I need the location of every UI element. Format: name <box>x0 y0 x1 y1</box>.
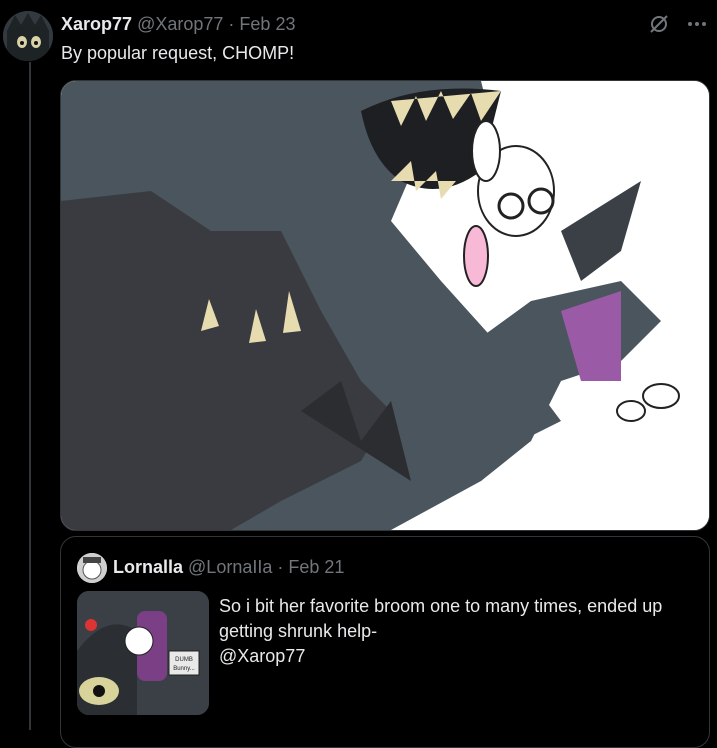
header-separator: · <box>228 14 235 34</box>
quote-thumbnail[interactable]: DUMB Bunny... <box>77 591 209 715</box>
tweet-actions <box>647 12 709 36</box>
tweet-header: Xarop77 @Xarop77 · Feb 23 <box>61 14 295 35</box>
more-icon[interactable] <box>685 12 709 36</box>
quote-author-name[interactable]: Lornalla <box>113 557 183 577</box>
author-handle[interactable]: @Xarop77 <box>137 14 223 34</box>
tweet-image[interactable] <box>60 80 710 531</box>
thumb-sign-line-2: Bunny... <box>173 666 195 672</box>
tweet-date[interactable]: Feb 23 <box>239 14 295 34</box>
quote-mention-link[interactable]: @Xarop77 <box>219 644 699 669</box>
quoted-tweet[interactable]: Lornalla @LornaIIa · Feb 21 DUMB Bunny..… <box>60 536 710 748</box>
quote-author-handle[interactable]: @LornaIIa <box>188 557 272 577</box>
quote-header: Lornalla @LornaIIa · Feb 21 <box>113 557 344 578</box>
chomp-illustration <box>61 81 709 530</box>
quote-text-line: getting shrunk help- <box>219 621 378 641</box>
author-name[interactable]: Xarop77 <box>61 14 132 34</box>
quote-author-avatar[interactable] <box>77 553 107 583</box>
thread-line <box>29 62 31 730</box>
quote-text: So i bit her favorite broom one to many … <box>219 594 699 669</box>
quote-text-line: So i bit her favorite broom one to many … <box>219 596 663 616</box>
quote-date[interactable]: Feb 21 <box>288 557 344 577</box>
thumb-sign-line-1: DUMB <box>175 657 193 663</box>
slashed-circle-icon[interactable] <box>647 12 671 36</box>
author-avatar[interactable] <box>3 11 53 61</box>
quote-header-separator: · <box>277 557 284 577</box>
tweet-text: By popular request, CHOMP! <box>61 43 295 63</box>
